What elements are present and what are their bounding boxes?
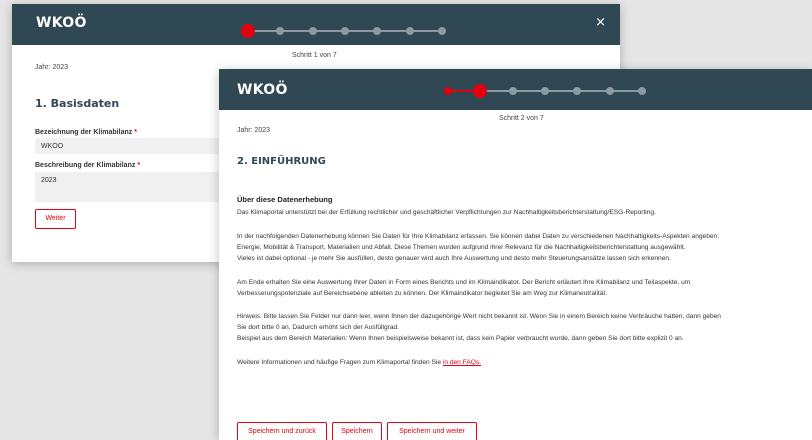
field-label-description: Beschreibung der Klimabilanz * [35, 162, 140, 169]
year-label: Jahr: 2023 [35, 64, 69, 71]
save-button[interactable]: Speichern [332, 422, 382, 440]
intro-text: Beispiel aus dem Bereich Materialien: We… [237, 335, 684, 342]
intro-paragraph-5: Weitere Informationen und häufige Fragen… [237, 357, 793, 368]
intro-paragraph-4: Hinweis: Bitte lassen Sie Felder nur dan… [237, 311, 793, 344]
required-marker: * [137, 162, 141, 169]
intro-subtitle: Über diese Datenerhebung [237, 195, 333, 204]
save-and-back-button[interactable]: Speichern und zurück [237, 422, 327, 440]
brand-logo: WKOÖ [237, 82, 288, 98]
field-label-name: Bezeichnung der Klimabilanz * [35, 129, 137, 136]
modal-header: WKOÖ × [12, 4, 620, 45]
step-dot [541, 87, 549, 95]
step-dot [638, 87, 646, 95]
faq-link[interactable]: in den FAQs. [443, 359, 481, 366]
step-progress-indicator [241, 24, 446, 38]
description-textarea[interactable]: 2023 [35, 172, 235, 202]
step-counter: Schritt 1 von 7 [292, 52, 337, 59]
step-dot [276, 27, 285, 35]
step-dot [508, 87, 517, 95]
intro-text: Energie, Mobilität & Transport, Material… [237, 244, 686, 251]
field-label-name-text: Bezeichnung der Klimabilanz [35, 129, 133, 136]
intro-text: Sie dort bitte 0 an. Dadurch erhöht sich… [237, 324, 400, 331]
intro-text: In der nachfolgenden Datenerhebung könne… [237, 233, 720, 240]
section-title: 1. Basisdaten [35, 97, 120, 110]
step-dot [405, 27, 414, 35]
step-dot [573, 87, 582, 95]
close-icon[interactable]: × [595, 15, 606, 30]
required-marker: * [134, 129, 137, 136]
step-dot-current [241, 24, 255, 38]
year-label: Jahr: 2023 [237, 127, 271, 134]
modal-step-2: WKOÖ Schritt 2 von 7 Jahr: 2023 2. EINFÜ… [219, 69, 812, 440]
intro-text: Hinweis: Bitte lassen Sie Felder nur dan… [237, 313, 721, 320]
intro-text: Am Ende erhalten Sie eine Auswertung Ihr… [237, 279, 691, 286]
intro-text: Verbesserungspotenziale auf Bereichseben… [237, 290, 608, 297]
step-dot [438, 27, 446, 35]
field-label-description-text: Beschreibung der Klimabilanz [35, 162, 136, 169]
step-dot [341, 27, 349, 35]
step-dot [308, 27, 317, 35]
step-dot [605, 87, 614, 95]
intro-text: Vieles ist dabei optional - je mehr Sie … [237, 255, 671, 262]
name-input[interactable]: WKOO [35, 138, 235, 154]
step-counter: Schritt 2 von 7 [499, 115, 544, 122]
save-and-next-button[interactable]: Speichern und weiter [387, 422, 477, 440]
step-progress-indicator [444, 84, 646, 98]
step-dot-current [473, 84, 488, 98]
section-title: 2. EINFÜHRUNG [237, 156, 326, 167]
step-dot [444, 87, 452, 95]
intro-text: Weitere Informationen und häufige Fragen… [237, 359, 443, 366]
brand-logo: WKOÖ [36, 15, 87, 31]
modal-header: WKOÖ [219, 69, 812, 110]
intro-paragraph-2: In der nachfolgenden Datenerhebung könne… [237, 231, 793, 264]
intro-paragraph-3: Am Ende erhalten Sie eine Auswertung Ihr… [237, 277, 793, 299]
step-dot [373, 27, 382, 35]
intro-text: Das Klimaportal unterstützt bei der Erfü… [237, 209, 656, 216]
intro-paragraph-1: Das Klimaportal unterstützt bei der Erfü… [237, 207, 793, 218]
next-button[interactable]: Weiter [35, 209, 76, 229]
